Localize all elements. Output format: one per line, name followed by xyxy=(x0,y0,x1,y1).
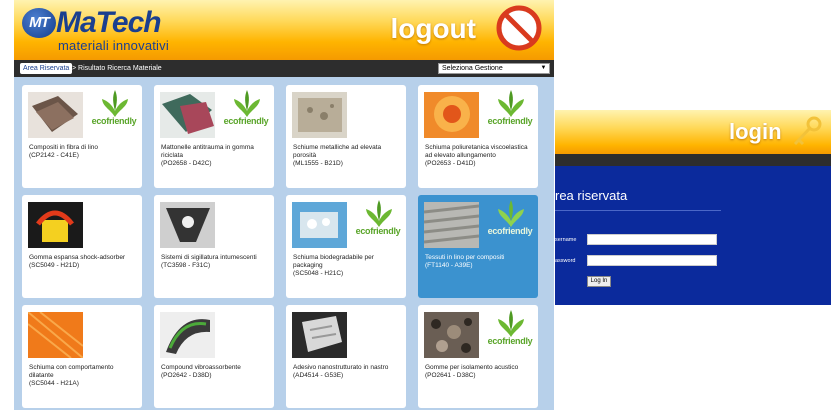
logo-tagline: materiali innovativi xyxy=(58,38,169,53)
logo-badge: MT xyxy=(22,8,56,38)
material-thumbnail xyxy=(28,92,83,138)
login-header: login xyxy=(555,110,831,154)
ecofriendly-label: ecofriendly xyxy=(487,336,533,346)
material-thumbnail xyxy=(160,92,215,138)
leaf-icon xyxy=(366,200,392,227)
material-name: Compositi in fibra di lino (CP2142 - C41… xyxy=(29,144,99,159)
login-button[interactable]: Log In xyxy=(587,276,611,287)
material-card[interactable]: Gomma espansa shock-adsorber (SC5049 - H… xyxy=(22,195,142,298)
breadcrumb-current: > Risultato Ricerca Materiale xyxy=(72,65,162,72)
materials-grid: ecofriendly Compositi in fibra di lino (… xyxy=(14,77,554,410)
no-entry-icon[interactable] xyxy=(496,5,542,51)
material-card[interactable]: Schiuma con comportamento dilatante (SC5… xyxy=(22,305,142,408)
divider xyxy=(555,210,721,211)
material-card[interactable]: ecofriendly Schiuma biodegradabile per p… xyxy=(286,195,406,298)
leaf-icon xyxy=(498,200,524,227)
key-icon xyxy=(793,116,822,146)
site-header: MT MaTech materiali innovativi logout xyxy=(14,0,554,60)
material-thumbnail xyxy=(160,312,215,358)
navigation-bar: Area Riservata > Risultato Ricerca Mater… xyxy=(14,60,554,77)
leaf-icon xyxy=(498,90,524,117)
username-label: sername xyxy=(555,237,577,243)
material-thumbnail xyxy=(292,202,347,248)
ecofriendly-badge: ecofriendly xyxy=(222,89,270,129)
ecofriendly-badge: ecofriendly xyxy=(90,89,138,129)
ecofriendly-badge: ecofriendly xyxy=(486,199,534,239)
ecofriendly-label: ecofriendly xyxy=(487,226,533,236)
material-name: Mattonelle antitrauma in gomma riciclata… xyxy=(161,144,254,167)
material-card[interactable]: Compound vibroassorbente (PO2642 - D38D) xyxy=(154,305,274,408)
logo-name: MaTech xyxy=(56,6,162,39)
ecofriendly-label: ecofriendly xyxy=(355,226,401,236)
material-thumbnail xyxy=(292,92,347,138)
material-name: Sistemi di sigillatura intumescenti (TC3… xyxy=(161,254,257,269)
material-card[interactable]: Adesivo nanostrutturato in nastro (AD451… xyxy=(286,305,406,408)
material-card-selected[interactable]: ecofriendly Tessuti in lino per composit… xyxy=(418,195,538,298)
material-thumbnail xyxy=(424,312,479,358)
material-thumbnail xyxy=(28,312,83,358)
material-name: Adesivo nanostrutturato in nastro (AD451… xyxy=(293,364,389,379)
password-field[interactable] xyxy=(587,255,717,266)
gestione-select-value: Seleziona Gestione xyxy=(442,65,503,72)
leaf-icon xyxy=(498,310,524,337)
material-card[interactable]: Schiume metalliche ad elevata porosità (… xyxy=(286,85,406,188)
material-name: Tessuti in lino per compositi (FT1140 - … xyxy=(425,254,505,269)
material-name: Schiuma con comportamento dilatante (SC5… xyxy=(29,364,114,387)
material-card[interactable]: ecofriendly Compositi in fibra di lino (… xyxy=(22,85,142,188)
ecofriendly-label: ecofriendly xyxy=(487,116,533,126)
ecofriendly-badge: ecofriendly xyxy=(486,309,534,349)
login-window: login rea riservata sername assword Log … xyxy=(555,110,831,305)
material-name: Schiuma poliuretanica viscoelastica ad e… xyxy=(425,144,528,167)
password-label: assword xyxy=(555,258,576,264)
material-card[interactable]: Sistemi di sigillatura intumescenti (TC3… xyxy=(154,195,274,298)
material-name: Schiume metalliche ad elevata porosità (… xyxy=(293,144,382,167)
material-name: Gomme per isolamento acustico (PO2641 - … xyxy=(425,364,519,379)
username-field[interactable] xyxy=(587,234,717,245)
matech-logo[interactable]: MT MaTech materiali innovativi xyxy=(22,6,182,54)
material-name: Schiuma biodegradabile per packaging (SC… xyxy=(293,254,374,277)
material-name: Gomma espansa shock-adsorber (SC5049 - H… xyxy=(29,254,126,269)
gestione-select[interactable]: Seleziona Gestione ▼ xyxy=(438,63,550,74)
material-thumbnail xyxy=(424,92,479,138)
ecofriendly-label: ecofriendly xyxy=(91,116,137,126)
ecofriendly-badge: ecofriendly xyxy=(486,89,534,129)
material-thumbnail xyxy=(28,202,83,248)
login-heading: login xyxy=(729,119,782,144)
material-card[interactable]: ecofriendly Schiuma poliuretanica viscoe… xyxy=(418,85,538,188)
breadcrumb-area-riservata[interactable]: Area Riservata xyxy=(20,63,73,74)
login-bar xyxy=(555,154,831,166)
ecofriendly-badge: ecofriendly xyxy=(354,199,402,239)
login-title: rea riservata xyxy=(555,188,628,203)
material-card[interactable]: ecofriendly Mattonelle antitrauma in gom… xyxy=(154,85,274,188)
leaf-icon xyxy=(102,90,128,117)
material-thumbnail xyxy=(424,202,479,248)
leaf-icon xyxy=(234,90,260,117)
ecofriendly-label: ecofriendly xyxy=(223,116,269,126)
material-card[interactable]: ecofriendly Gomme per isolamento acustic… xyxy=(418,305,538,408)
material-name: Compound vibroassorbente (PO2642 - D38D) xyxy=(161,364,241,379)
material-thumbnail xyxy=(160,202,215,248)
logout-button[interactable]: logout xyxy=(390,13,476,45)
materials-window: MT MaTech materiali innovativi logout Ar… xyxy=(14,0,554,410)
chevron-down-icon: ▼ xyxy=(540,65,547,71)
material-thumbnail xyxy=(292,312,347,358)
